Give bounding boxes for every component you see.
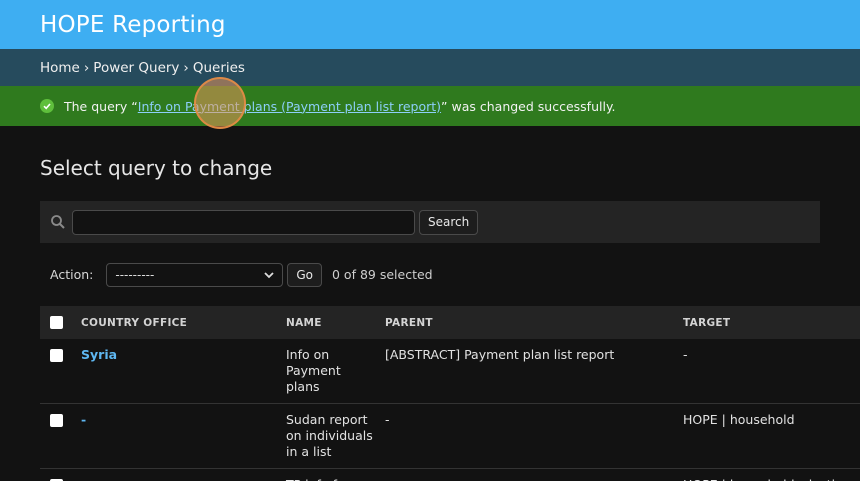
search-icon <box>51 215 65 229</box>
table-row: - Sudan report on individuals in a list … <box>40 404 860 469</box>
action-label: Action: <box>50 267 94 282</box>
go-button[interactable]: Go <box>287 262 322 287</box>
select-all-checkbox[interactable] <box>50 316 63 329</box>
country-office-cell: - <box>77 404 282 469</box>
breadcrumb-home[interactable]: Home <box>40 60 80 76</box>
action-select[interactable]: --------- <box>106 262 284 287</box>
target-cell: - <box>683 347 688 362</box>
success-message: The query “Info on Payment plans (Paymen… <box>0 86 860 126</box>
search-input[interactable] <box>72 209 415 235</box>
search-button[interactable]: Search <box>419 209 479 235</box>
row-select-cell <box>40 339 77 404</box>
name-cell: Info on Payment plans <box>286 347 341 394</box>
changed-query-link[interactable]: Info on Payment plans (Payment plan list… <box>138 99 441 114</box>
check-circle-icon <box>40 99 54 113</box>
column-header-parent[interactable]: PARENT <box>381 306 679 339</box>
parent-cell: [ABSTRACT] Payment plan list report <box>385 347 615 362</box>
row-checkbox[interactable] <box>50 349 63 362</box>
table-header-row: COUNTRY OFFICE NAME PARENT TARGET <box>40 306 860 339</box>
selection-count: 0 of 89 selected <box>332 267 433 282</box>
select-all-cell <box>40 306 77 339</box>
message-prefix: The query “ <box>64 98 138 114</box>
chevron-down-icon <box>264 271 274 278</box>
column-header-target[interactable]: TARGET <box>679 306 860 339</box>
breadcrumb-current: Queries <box>192 59 245 76</box>
row-select-cell <box>40 404 77 469</box>
target-cell: HOPE | householdselection <box>679 469 860 481</box>
search-toolbar: Search <box>40 201 820 243</box>
breadcrumb-separator: › <box>83 59 90 76</box>
message-suffix: ” was changed successfully. <box>441 98 616 114</box>
country-office-link[interactable]: - <box>81 412 86 427</box>
results-table: COUNTRY OFFICE NAME PARENT TARGET Syria … <box>40 306 860 481</box>
parent-cell: - <box>385 412 390 427</box>
site-header: HOPE Reporting <box>0 0 860 49</box>
page-title: Select query to change <box>40 156 273 180</box>
main-content: Select query to change Search Action: --… <box>0 126 860 481</box>
breadcrumb-separator: › <box>183 59 189 76</box>
target-cell: HOPE | household <box>683 412 795 427</box>
row-checkbox[interactable] <box>50 414 63 427</box>
action-select-value: --------- <box>115 267 155 282</box>
table-row: Syria Info on Payment plans [ABSTRACT] P… <box>40 339 860 404</box>
actions-bar: Action: --------- Go 0 of 89 selected <box>40 243 820 306</box>
parent-cell <box>381 469 679 481</box>
name-cell: Sudan report on individuals in a list <box>286 412 373 459</box>
country-office-link[interactable]: Syria <box>81 347 117 362</box>
country-office-cell <box>77 469 282 481</box>
column-header-country-office[interactable]: COUNTRY OFFICE <box>77 306 282 339</box>
table-row: TP info for HOPE | householdselection <box>40 469 860 481</box>
site-title[interactable]: HOPE Reporting <box>40 12 226 38</box>
country-office-cell: Syria <box>77 339 282 404</box>
row-select-cell <box>40 469 77 481</box>
breadcrumb: Home › Power Query › Queries <box>0 49 860 86</box>
breadcrumb-power-query[interactable]: Power Query <box>93 60 179 76</box>
column-header-name[interactable]: NAME <box>282 306 381 339</box>
name-cell: TP info for <box>282 469 381 481</box>
